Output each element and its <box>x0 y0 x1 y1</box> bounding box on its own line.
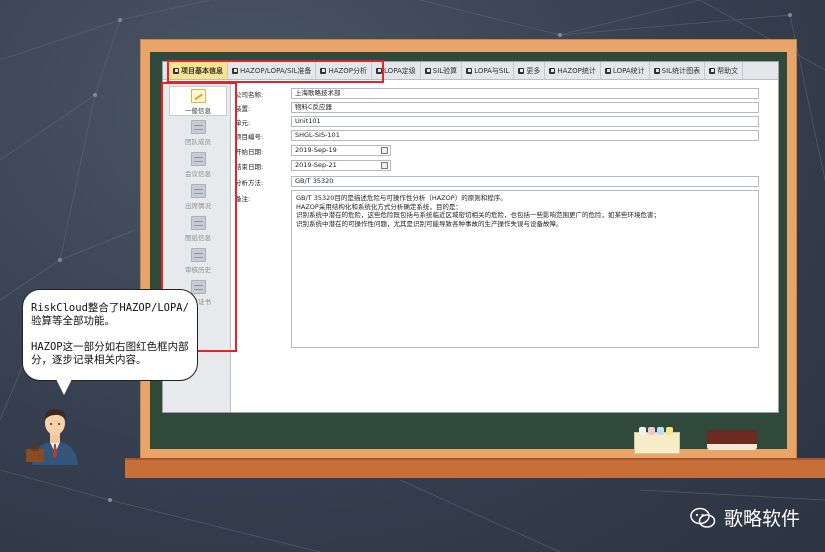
notes-line: 识别系统中潜在的危险，这些危险既包括与系统临近区域密切相关的危险，也包括一些影响… <box>296 211 660 219</box>
tab-hazop-prep[interactable]: HAZOP/LOPA/SIL准备 <box>228 62 317 79</box>
company-row: 公司名称: 上海歌略技术部 <box>235 88 759 99</box>
sidebar-item-general-info[interactable]: 一般信息 <box>169 86 227 116</box>
end-date-value: 2019-Sep-21 <box>295 161 337 169</box>
end-date-row: 结束日期: 2019-Sep-21 <box>235 160 391 171</box>
company-input[interactable]: 上海歌略技术部 <box>291 88 759 99</box>
start-date-label: 开始日期: <box>235 147 264 156</box>
tab-icon <box>466 67 473 74</box>
speech-bubble: RiskCloud整合了HAZOP/LOPA/验算等全部功能。 HAZOP这一部… <box>22 289 198 381</box>
businessman-icon <box>26 409 78 465</box>
notes-line: 识别系统中潜在的可操作性问题，尤其是识别可能导致各种事故的生产操作失误与设备故障… <box>296 219 563 228</box>
end-date-label: 结束日期: <box>235 162 264 171</box>
tab-icon <box>653 67 660 74</box>
tab-sil-charts[interactable]: SIL统计图表 <box>650 62 706 79</box>
tab-icon <box>173 67 179 74</box>
unit-row: 单元: Unit101 <box>235 116 759 127</box>
tab-label: HAZOP分析 <box>328 66 368 75</box>
sidebar-item-review-history[interactable]: 审核历史 <box>169 246 227 276</box>
tab-label: 项目基本信息 <box>181 66 223 75</box>
sidebar-item-drawings[interactable]: 图纸信息 <box>169 214 227 244</box>
pencil-icon <box>190 89 206 103</box>
tab-label: LOPA统计 <box>612 66 645 75</box>
notes-textarea[interactable]: GB/T 35320目的是描述危险与可操作性分析（HAZOP）的原则和程序。 H… <box>291 190 759 348</box>
tab-lopa-stats[interactable]: LOPA统计 <box>601 62 650 79</box>
sidebar-item-label: 出席情况 <box>185 202 211 210</box>
tab-icon <box>424 67 431 74</box>
calendar-icon <box>190 280 206 294</box>
speech-bubble-tail <box>56 379 72 395</box>
notes-row: 备注: <box>235 192 291 203</box>
tab-label: HAZOP/LOPA/SIL准备 <box>240 66 312 75</box>
sidebar-item-label: 审核历史 <box>185 266 211 274</box>
tab-label: 帮助文 <box>717 66 739 75</box>
unit-label: 单元: <box>235 118 251 127</box>
tab-hazop-analysis[interactable]: HAZOP分析 <box>316 62 373 79</box>
start-date-value: 2019-Sep-19 <box>295 146 337 154</box>
method-row: 分析方法: GB/T 35320 <box>235 176 759 187</box>
calendar-icon <box>190 152 206 166</box>
chalkboard-ledge <box>125 458 825 478</box>
tab-icon <box>518 67 525 74</box>
project-no-label: 项目编号: <box>235 132 264 141</box>
tab-icon <box>376 67 383 74</box>
sidebar-item-meetings[interactable]: 会议信息 <box>169 150 227 180</box>
tab-sil-verify[interactable]: SIL验算 <box>421 62 463 79</box>
start-date-row: 开始日期: 2019-Sep-19 <box>235 145 391 156</box>
brand-name: 歌略软件 <box>724 508 801 530</box>
notes-label: 备注: <box>235 194 251 203</box>
device-label: 装置: <box>235 104 251 113</box>
sidebar-item-attendance[interactable]: 出席情况 <box>169 182 227 212</box>
unit-input[interactable]: Unit101 <box>291 116 759 127</box>
tab-label: LOPA定级 <box>384 66 416 75</box>
general-info-form: 公司名称: 上海歌略技术部 装置: 物料C反应器 单元: Unit101 项目编… <box>235 81 778 412</box>
tab-icon <box>549 67 556 74</box>
calendar-icon[interactable] <box>381 162 388 169</box>
method-input[interactable]: GB/T 35320 <box>291 176 759 187</box>
sidebar-item-label: 团队成员 <box>185 138 211 146</box>
tab-icon <box>320 67 327 74</box>
wechat-icon <box>690 507 716 528</box>
calendar-icon <box>190 120 206 134</box>
brand: 歌略软件 <box>690 504 800 531</box>
tab-icon <box>604 67 611 74</box>
sidebar-item-team-members[interactable]: 团队成员 <box>169 118 227 148</box>
calendar-icon <box>190 184 206 198</box>
tab-project-info[interactable]: 项目基本信息 <box>169 62 228 79</box>
calendar-icon <box>190 248 206 262</box>
tab-help[interactable]: 帮助文 <box>705 62 744 79</box>
device-row: 装置: 物料C反应器 <box>235 102 759 113</box>
tab-lopa-rating[interactable]: LOPA定级 <box>372 62 421 79</box>
app-window: 项目基本信息 HAZOP/LOPA/SIL准备 HAZOP分析 LOPA定级 S… <box>162 61 779 413</box>
sidebar-item-label: 图纸信息 <box>185 234 211 242</box>
sidebar-item-label: 会议信息 <box>185 170 211 178</box>
tab-label: HAZOP统计 <box>557 66 596 75</box>
notes-line: GB/T 35320目的是描述危险与可操作性分析（HAZOP）的原则和程序。 <box>296 194 507 202</box>
speech-bubble-text: RiskCloud整合了HAZOP/LOPA/验算等全部功能。 HAZOP这一部… <box>31 302 189 366</box>
tab-label: 更多 <box>526 66 541 75</box>
device-input[interactable]: 物料C反应器 <box>291 102 759 113</box>
calendar-icon[interactable] <box>381 147 388 154</box>
notes-line: HAZOP采用结构化和系统化方式分析确定系统，目的是： <box>296 202 462 211</box>
tab-bar: 项目基本信息 HAZOP/LOPA/SIL准备 HAZOP分析 LOPA定级 S… <box>163 62 778 80</box>
calendar-icon <box>190 216 206 230</box>
chalk-box-icon <box>634 427 680 454</box>
start-date-input[interactable]: 2019-Sep-19 <box>291 145 391 156</box>
project-no-row: 项目编号: SHGL-SIS-101 <box>235 130 759 141</box>
tab-more[interactable]: 更多 <box>514 62 546 79</box>
tab-icon <box>709 67 716 74</box>
company-label: 公司名称: <box>235 90 264 99</box>
tab-label: SIL统计图表 <box>661 66 701 75</box>
sidebar-item-label: 一般信息 <box>185 107 211 115</box>
tab-hazop-stats[interactable]: HAZOP统计 <box>545 62 601 79</box>
tab-icon <box>232 67 238 74</box>
end-date-input[interactable]: 2019-Sep-21 <box>291 160 391 171</box>
tab-label: LOPA与SIL <box>474 66 510 75</box>
eraser-icon <box>707 430 757 450</box>
tab-lopa-sil[interactable]: LOPA与SIL <box>462 62 515 79</box>
project-no-input[interactable]: SHGL-SIS-101 <box>291 130 759 141</box>
tab-label: SIL验算 <box>432 66 458 75</box>
method-label: 分析方法: <box>235 178 264 187</box>
